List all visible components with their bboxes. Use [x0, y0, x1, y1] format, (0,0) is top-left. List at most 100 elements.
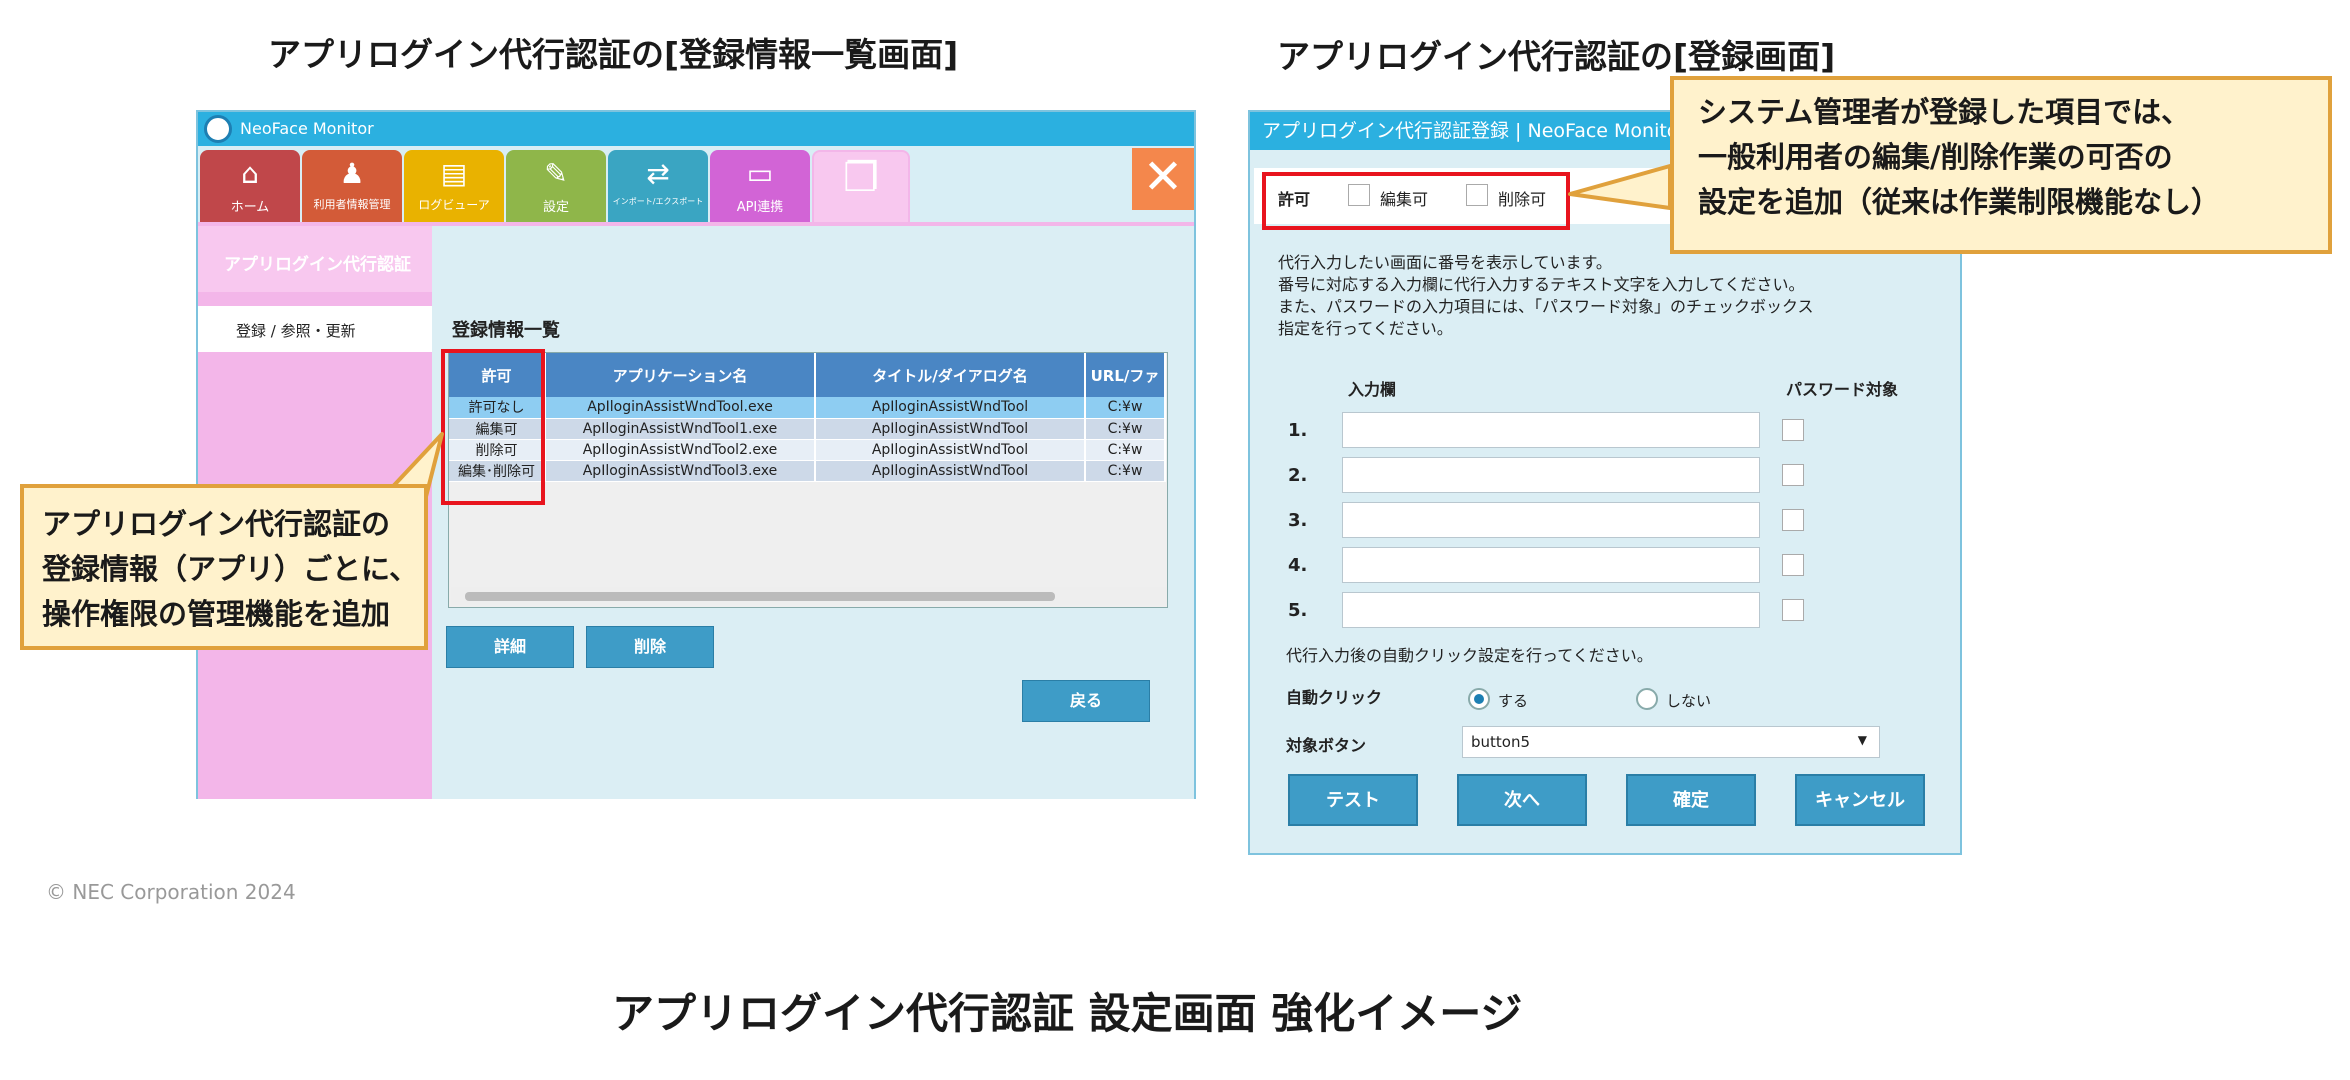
table-cell: C:¥w: [1085, 460, 1166, 482]
table-cell: C:¥w: [1085, 439, 1166, 461]
table-cell: ApIloginAssistWndTool1.exe: [545, 418, 816, 440]
side-nav-item-register[interactable]: 登録 / 参照・更新: [198, 306, 432, 352]
confirm-button[interactable]: 確定: [1626, 774, 1756, 826]
document-icon: ▤: [440, 157, 468, 190]
section-title: 登録情報一覧: [452, 320, 560, 341]
table-cell: C:¥w: [1085, 397, 1166, 419]
auto-click-no-label: しない: [1666, 692, 1712, 710]
row-number: 5.: [1288, 600, 1308, 621]
copyright: © NEC Corporation 2024: [46, 880, 296, 904]
password-checkbox-1[interactable]: [1782, 419, 1804, 441]
callout-line: システム管理者が登録した項目では、: [1698, 95, 2191, 129]
column-header[interactable]: アプリケーション名: [545, 353, 816, 397]
auto-click-yes-label: する: [1498, 692, 1529, 710]
column-header[interactable]: タイトル/ダイアログ名: [815, 353, 1086, 397]
registration-table: 許可 アプリケーション名 タイトル/ダイアログ名 URL/ファ 許可なし ApI…: [448, 352, 1168, 608]
input-field-1[interactable]: [1342, 412, 1760, 448]
table-cell: ApIloginAssistWndTool: [815, 418, 1086, 440]
row-number: 2.: [1288, 465, 1308, 486]
callout-pointer: [1568, 164, 1672, 210]
target-button-label: 対象ボタン: [1286, 736, 1367, 755]
table-cell: ApIloginAssistWndTool.exe: [545, 397, 816, 419]
auto-click-yes-radio[interactable]: [1468, 688, 1490, 710]
password-checkbox-3[interactable]: [1782, 509, 1804, 531]
tab-log-viewer[interactable]: ▤ ログビューア: [404, 150, 504, 222]
left-callout: アプリログイン代行認証の 登録情報（アプリ）ごとに、 操作権限の管理機能を追加: [20, 484, 428, 650]
list-window: NeoFace Monitor ⌂ ホーム ♟ 利用者情報管理 ▤ ログビューア…: [196, 110, 1196, 799]
instruction-line: 代行入力したい画面に番号を表示しています。: [1278, 253, 1612, 272]
callout-line: アプリログイン代行認証の: [42, 507, 391, 541]
auto-click-label: 自動クリック: [1286, 688, 1383, 707]
list-content: 登録情報一覧 許可 アプリケーション名 タイトル/ダイアログ名 URL/ファ 許…: [432, 226, 1194, 799]
window-titlebar: NeoFace Monitor: [198, 112, 1194, 146]
detail-button[interactable]: 詳細: [446, 626, 574, 668]
next-button[interactable]: 次へ: [1457, 774, 1587, 826]
callout-line: 設定を追加（従来は作業制限機能なし）: [1698, 185, 2221, 219]
password-checkbox-4[interactable]: [1782, 554, 1804, 576]
row-number: 1.: [1288, 420, 1308, 441]
cancel-button[interactable]: キャンセル: [1795, 774, 1925, 826]
table-cell: ApIloginAssistWndTool: [815, 460, 1086, 482]
table-cell: ApIloginAssistWndTool: [815, 397, 1086, 419]
chevron-down-icon: ▼: [1857, 733, 1867, 747]
input-field-3[interactable]: [1342, 502, 1760, 538]
import-export-icon: ⇄: [646, 157, 670, 190]
input-column-header: 入力欄: [1348, 380, 1397, 399]
callout-line: 一般利用者の編集/削除作業の可否の: [1698, 140, 2173, 174]
tab-api[interactable]: ▭ API連携: [710, 150, 810, 222]
back-button[interactable]: 戻る: [1022, 680, 1150, 722]
table-row[interactable]: 削除可 ApIloginAssistWndTool2.exe ApIloginA…: [449, 439, 1166, 461]
page-title: アプリログイン代行認証 設定画面 強化イメージ: [612, 989, 1523, 1038]
tab-home[interactable]: ⌂ ホーム: [200, 150, 300, 222]
input-field-4[interactable]: [1342, 547, 1760, 583]
tab-import-export[interactable]: ⇄ インポート/エクスポート: [608, 150, 708, 222]
callout-line: 操作権限の管理機能を追加: [42, 597, 391, 631]
close-button[interactable]: ✕: [1132, 148, 1194, 210]
password-checkbox-2[interactable]: [1782, 464, 1804, 486]
input-field-5[interactable]: [1342, 592, 1760, 628]
instruction-line: 指定を行ってください。: [1278, 319, 1453, 338]
table-cell: ApIloginAssistWndTool: [815, 439, 1086, 461]
delete-button[interactable]: 削除: [586, 626, 714, 668]
left-screen-heading: アプリログイン代行認証の[登録情報一覧画面]: [268, 35, 959, 74]
input-field-2[interactable]: [1342, 457, 1760, 493]
row-number: 4.: [1288, 555, 1308, 576]
instructions: 代行入力したい画面に番号を表示しています。 番号に対応する入力欄に代行入力するテ…: [1278, 252, 1814, 340]
window-title: NeoFace Monitor: [240, 119, 374, 138]
home-icon: ⌂: [241, 157, 259, 190]
target-button-value: button5: [1471, 733, 1531, 751]
row-number: 3.: [1288, 510, 1308, 531]
right-callout: システム管理者が登録した項目では、 一般利用者の編集/削除作業の可否の 設定を追…: [1670, 76, 2332, 254]
neoface-logo-icon: [204, 115, 232, 143]
password-column-header: パスワード対象: [1786, 380, 1899, 399]
tab-app-login[interactable]: ❐: [812, 150, 910, 226]
scrollbar-thumb[interactable]: [465, 592, 1055, 601]
side-nav-header: アプリログイン代行認証: [198, 226, 432, 292]
tab-settings[interactable]: ✎ 設定: [506, 150, 606, 222]
auto-click-no-radio[interactable]: [1636, 688, 1658, 710]
instruction-line: 番号に対応する入力欄に代行入力するテキスト文字を入力してください。: [1278, 275, 1805, 294]
table-cell: C:¥w: [1085, 418, 1166, 440]
permission-row-highlight: [1262, 172, 1570, 230]
user-icon: ♟: [339, 157, 365, 190]
auto-click-note: 代行入力後の自動クリック設定を行ってください。: [1286, 646, 1653, 665]
callout-line: 登録情報（アプリ）ごとに、: [42, 552, 419, 586]
table-cell: ApIloginAssistWndTool2.exe: [545, 439, 816, 461]
wrench-icon: ✎: [544, 157, 568, 190]
table-cell: ApIloginAssistWndTool3.exe: [545, 460, 816, 482]
instruction-line: また、パスワードの入力項目には、「パスワード対象」のチェックボックス: [1278, 297, 1814, 316]
table-row[interactable]: 編集･削除可 ApIloginAssistWndTool3.exe ApIlog…: [449, 460, 1166, 482]
api-icon: ▭: [746, 157, 774, 190]
password-checkbox-5[interactable]: [1782, 599, 1804, 621]
table-row[interactable]: 編集可 ApIloginAssistWndTool1.exe ApIloginA…: [449, 418, 1166, 440]
test-button[interactable]: テスト: [1288, 774, 1418, 826]
horizontal-scrollbar[interactable]: [451, 587, 1167, 605]
table-header-row: 許可 アプリケーション名 タイトル/ダイアログ名 URL/ファ: [449, 353, 1166, 397]
windows-icon: ❐: [843, 155, 879, 201]
tab-user-management[interactable]: ♟ 利用者情報管理: [302, 150, 402, 222]
permission-column-highlight: [441, 349, 545, 505]
table-row[interactable]: 許可なし ApIloginAssistWndTool.exe ApIloginA…: [449, 397, 1166, 419]
right-screen-heading: アプリログイン代行認証の[登録画面]: [1277, 37, 1836, 76]
target-button-select[interactable]: button5 ▼: [1462, 726, 1880, 758]
column-header[interactable]: URL/ファ: [1085, 353, 1166, 397]
